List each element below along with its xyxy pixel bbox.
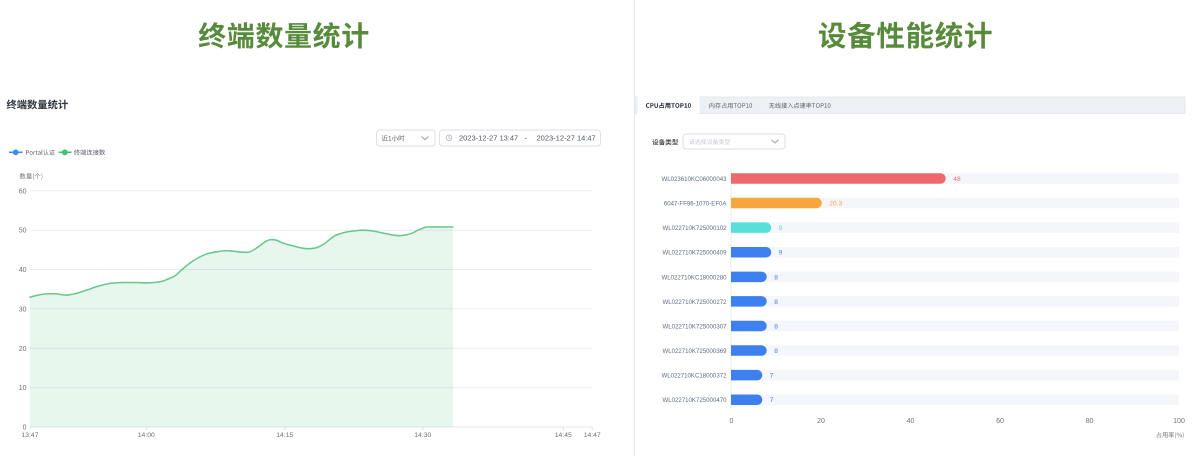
svg-text:WL022710K725000369: WL022710K725000369: [662, 348, 727, 355]
svg-text:14:30: 14:30: [414, 432, 431, 439]
svg-text:7: 7: [770, 397, 774, 404]
svg-text:9: 9: [779, 225, 783, 232]
svg-text:80: 80: [1086, 418, 1094, 425]
svg-text:30: 30: [19, 306, 27, 313]
svg-text:20: 20: [19, 346, 27, 353]
svg-text:WL022710K725000102: WL022710K725000102: [662, 225, 727, 232]
svg-text:100: 100: [1173, 418, 1185, 425]
svg-text:WL022710KC18000372: WL022710KC18000372: [661, 373, 727, 380]
svg-text:2023-12-27 13:47: 2023-12-27 13:47: [459, 134, 518, 143]
svg-text:2023-12-27 14:47: 2023-12-27 14:47: [537, 134, 596, 143]
svg-text:8: 8: [774, 299, 778, 306]
svg-text:WL022710K725000307: WL022710K725000307: [662, 324, 727, 331]
svg-text:8: 8: [774, 274, 778, 281]
svg-text:13:47: 13:47: [21, 432, 38, 439]
svg-text:6047-FF96-1070-EF0A: 6047-FF96-1070-EF0A: [664, 201, 728, 208]
svg-text:WL023610KC06000043: WL023610KC06000043: [661, 176, 727, 183]
svg-text:20: 20: [817, 418, 825, 425]
svg-text:0: 0: [730, 418, 734, 425]
svg-text:14:45: 14:45: [555, 432, 572, 439]
svg-text:8: 8: [774, 324, 778, 331]
svg-text:40: 40: [907, 418, 915, 425]
svg-text:7: 7: [770, 373, 774, 380]
svg-text:60: 60: [996, 418, 1004, 425]
svg-text:48: 48: [953, 176, 961, 183]
svg-text:50: 50: [19, 228, 27, 235]
svg-text:14:15: 14:15: [276, 432, 293, 439]
svg-text:8: 8: [774, 348, 778, 355]
svg-text:40: 40: [19, 267, 27, 274]
svg-text:14:47: 14:47: [584, 432, 601, 439]
svg-text:0: 0: [23, 425, 27, 432]
svg-text:WL022710KC18000280: WL022710KC18000280: [661, 274, 727, 281]
svg-text:20.3: 20.3: [829, 201, 842, 208]
svg-text:WL022710K725000470: WL022710K725000470: [662, 397, 727, 404]
svg-text:10: 10: [19, 385, 27, 392]
svg-text:9: 9: [779, 250, 783, 257]
svg-text:WL022710K725000272: WL022710K725000272: [662, 299, 727, 306]
svg-text:14:00: 14:00: [138, 432, 155, 439]
svg-text:WL022710K725000409: WL022710K725000409: [662, 250, 727, 257]
svg-text:60: 60: [19, 188, 27, 195]
